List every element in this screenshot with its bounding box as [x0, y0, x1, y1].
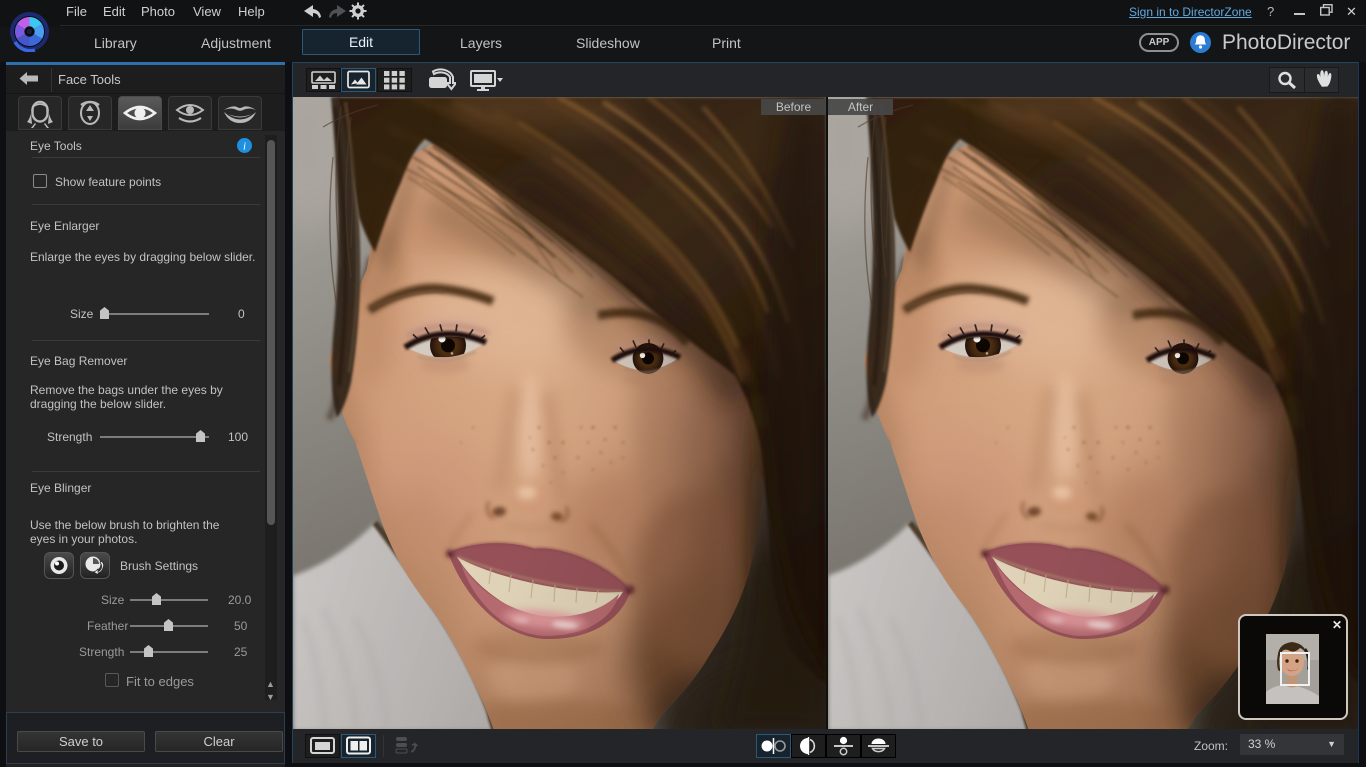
svg-text:i: i [243, 141, 246, 153]
